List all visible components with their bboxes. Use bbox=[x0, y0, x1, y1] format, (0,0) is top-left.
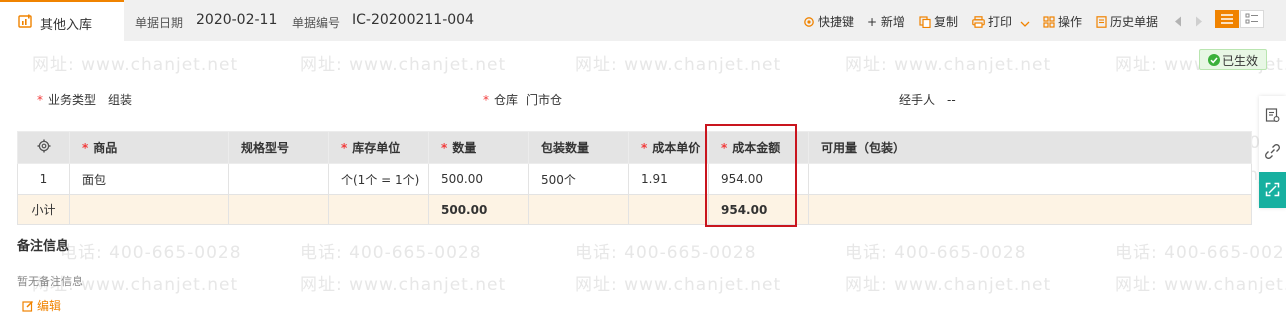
warehouse-field: * 仓库 门市仓 bbox=[483, 91, 562, 108]
cell-pack-qty[interactable]: 500个 bbox=[528, 163, 629, 195]
caret-left-icon bbox=[1175, 16, 1181, 27]
tab-other-inbound[interactable]: 其他入库 bbox=[0, 0, 124, 41]
column-header-pack-qty[interactable]: 包装数量 bbox=[528, 131, 629, 164]
amount-column-highlight bbox=[705, 124, 797, 227]
prev-record-button[interactable] bbox=[1174, 14, 1185, 28]
chevron-down-icon bbox=[1020, 21, 1030, 27]
column-settings-button[interactable] bbox=[17, 131, 70, 164]
watermark-phone: 电话: 400-665-0028 bbox=[60, 243, 242, 263]
code-value: IC-20200211-004 bbox=[352, 12, 474, 28]
watermark-site: 网址: www.chanjet.net bbox=[300, 275, 507, 295]
printer-icon bbox=[972, 16, 985, 28]
grid-header-row: * 商品 规格型号 * 库存单位 * 数量 包装数量 * 成本单价 * 成本金额 可用量（… bbox=[17, 131, 1252, 164]
next-record-button[interactable] bbox=[1195, 14, 1206, 28]
cell-quantity[interactable]: 500.00 bbox=[428, 163, 529, 195]
column-header-unit[interactable]: * 库存单位 bbox=[328, 131, 429, 164]
handler-value: -- bbox=[947, 93, 956, 107]
remark-empty-text: 暂无备注信息 bbox=[17, 275, 83, 288]
subtotal-quantity: 500.00 bbox=[428, 194, 529, 225]
warehouse-label: 仓库 bbox=[494, 93, 519, 107]
tab-title: 其他入库 bbox=[40, 18, 93, 33]
grid-icon bbox=[1043, 16, 1055, 28]
watermark-site: 网址: www.chanjet.net bbox=[1115, 275, 1286, 295]
subtotal-empty-cell bbox=[628, 194, 709, 225]
subtotal-empty-cell bbox=[328, 194, 429, 225]
status-label: 已生效 bbox=[1222, 54, 1259, 68]
side-rail bbox=[1259, 96, 1286, 208]
caret-right-icon bbox=[1196, 16, 1202, 27]
document-icon bbox=[18, 14, 32, 28]
subtotal-empty-cell bbox=[228, 194, 329, 225]
status-badge: 已生效 bbox=[1199, 49, 1267, 70]
detail-view-button[interactable] bbox=[1240, 10, 1264, 28]
watermark-site: 网址: www.chanjet.net bbox=[300, 55, 507, 75]
column-header-quantity[interactable]: * 数量 bbox=[428, 131, 529, 164]
handler-field: 经手人 -- bbox=[899, 91, 956, 108]
date-value: 2020-02-11 bbox=[196, 12, 278, 28]
history-button[interactable]: 历史单据 bbox=[1096, 13, 1158, 30]
watermark-site: 网址: www.chanjet.net bbox=[845, 55, 1052, 75]
subtotal-label: 小计 bbox=[17, 194, 70, 225]
copy-button[interactable]: 复制 bbox=[919, 13, 958, 30]
table-row[interactable]: 1 面包 个(1个 = 1个) 500.00 500个 1.91 954.00 bbox=[17, 163, 1252, 195]
document-list-icon bbox=[1096, 16, 1107, 28]
watermark-site: 网址: www.chanjet.net bbox=[575, 275, 782, 295]
expand-icon bbox=[1265, 182, 1280, 197]
link-icon bbox=[1265, 144, 1280, 159]
operate-button[interactable]: 操作 bbox=[1043, 13, 1082, 30]
watermark-site: 网址: www.chanjet.net bbox=[845, 275, 1052, 295]
document-settings-icon bbox=[1265, 108, 1280, 122]
detail-grid: * 商品 规格型号 * 库存单位 * 数量 包装数量 * 成本单价 * 成本金额 可用量（… bbox=[17, 131, 1252, 225]
column-header-available[interactable]: 可用量（包装） bbox=[808, 131, 1252, 164]
subtotal-empty-cell bbox=[528, 194, 629, 225]
column-header-spec[interactable]: 规格型号 bbox=[228, 131, 329, 164]
cell-product[interactable]: 面包 bbox=[69, 163, 229, 195]
edit-remark-link[interactable]: 编辑 bbox=[22, 297, 61, 314]
warehouse-value: 门市仓 bbox=[526, 93, 563, 107]
cell-unit[interactable]: 个(1个 = 1个) bbox=[328, 163, 429, 195]
biz-type-field: * 业务类型 组装 bbox=[37, 91, 132, 108]
shortcut-button[interactable]: 快捷键 bbox=[803, 13, 854, 30]
copy-icon bbox=[919, 16, 931, 29]
subtotal-row: 小计 500.00 954.00 bbox=[17, 194, 1252, 225]
watermark-site: 网址: www.chanjet.net bbox=[575, 55, 782, 75]
edit-icon bbox=[22, 300, 34, 312]
row-number: 1 bbox=[17, 163, 70, 195]
document-info-button[interactable] bbox=[1259, 98, 1286, 134]
gear-icon bbox=[37, 139, 50, 153]
gear-icon bbox=[804, 17, 814, 27]
biz-type-label: 业务类型 bbox=[48, 93, 97, 107]
detail-list-icon bbox=[1245, 13, 1258, 24]
list-icon bbox=[1221, 14, 1233, 24]
required-mark: * bbox=[483, 93, 489, 107]
cell-available[interactable] bbox=[808, 163, 1252, 195]
code-label: 单据编号 bbox=[292, 16, 341, 30]
handler-label: 经手人 bbox=[899, 93, 936, 107]
required-mark: * bbox=[37, 93, 43, 107]
date-label: 单据日期 bbox=[135, 16, 184, 30]
subtotal-empty-cell bbox=[808, 194, 1252, 225]
attachment-button[interactable] bbox=[1259, 134, 1286, 170]
column-header-product[interactable]: * 商品 bbox=[69, 131, 229, 164]
document-header-bar: 其他入库 单据日期 2020-02-11 单据编号 IC-20200211-00… bbox=[0, 0, 1286, 41]
watermark-phone: 电话: 400-665-0028 bbox=[300, 243, 482, 263]
watermark-phone: 电话: 400-665-0028 bbox=[1115, 243, 1286, 263]
biz-type-value: 组装 bbox=[108, 93, 133, 107]
cell-unit-cost[interactable]: 1.91 bbox=[628, 163, 709, 195]
print-button[interactable]: 打印 bbox=[972, 13, 1033, 30]
watermark-phone: 电话: 400-665-0028 bbox=[845, 243, 1027, 263]
fullscreen-button[interactable] bbox=[1259, 172, 1286, 208]
subtotal-empty-cell bbox=[69, 194, 229, 225]
remark-title: 备注信息 bbox=[17, 239, 70, 254]
watermark-phone: 电话: 400-665-0028 bbox=[575, 243, 757, 263]
watermark-site: 网址: www.chanjet.net bbox=[32, 55, 239, 75]
check-circle-icon bbox=[1208, 54, 1220, 66]
list-view-button[interactable] bbox=[1215, 10, 1239, 28]
cell-spec[interactable] bbox=[228, 163, 329, 195]
add-button[interactable]: + 新增 bbox=[867, 13, 905, 30]
column-header-unit-cost[interactable]: * 成本单价 bbox=[628, 131, 709, 164]
